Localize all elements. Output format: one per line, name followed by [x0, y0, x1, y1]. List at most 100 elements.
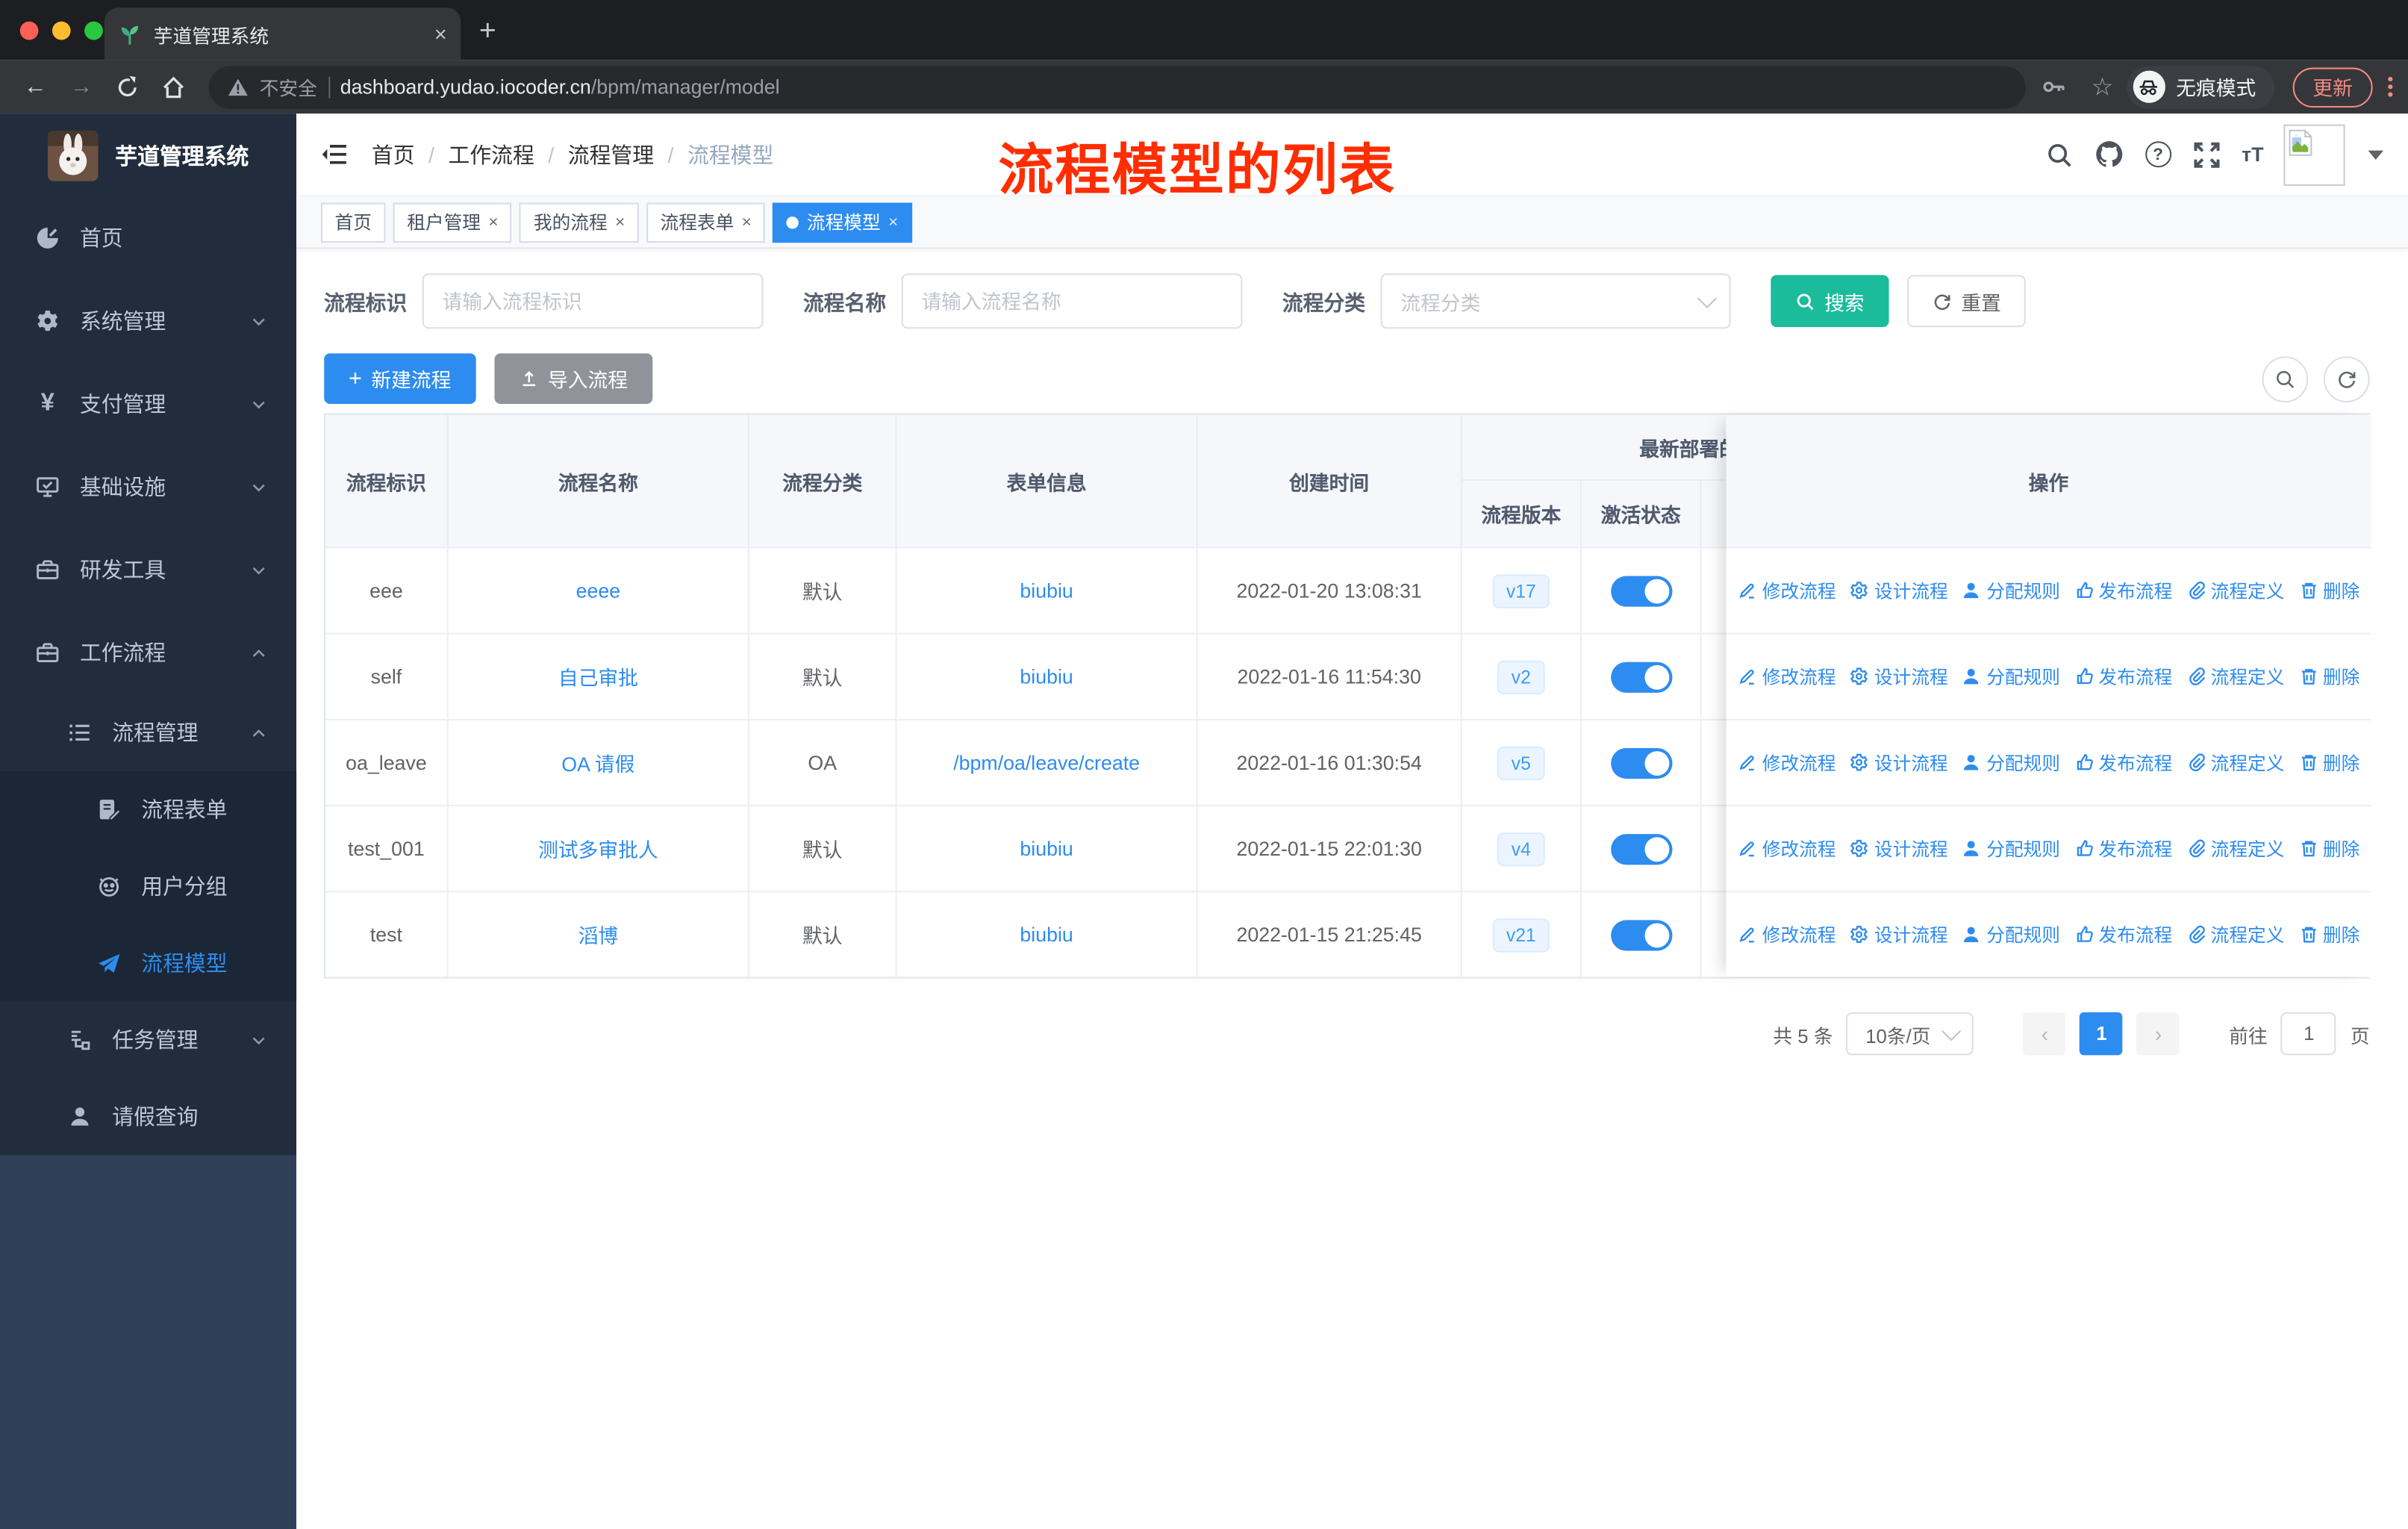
version-badge[interactable]: v5	[1497, 745, 1545, 780]
tag-我的流程[interactable]: 我的流程 ×	[520, 202, 639, 243]
active-toggle[interactable]	[1610, 919, 1672, 950]
sidebar-item-基础设施[interactable]: 基础设施	[0, 446, 296, 529]
address-bar[interactable]: 不安全 dashboard.yudao.iocoder.cn/bpm/manag…	[208, 65, 2026, 109]
version-badge[interactable]: v21	[1492, 918, 1550, 952]
version-badge[interactable]: v4	[1497, 832, 1545, 866]
sidebar-item-请假查询[interactable]: 请假查询	[0, 1078, 296, 1155]
action-设计流程[interactable]: 设计流程	[1850, 578, 1948, 604]
sidebar-item-研发工具[interactable]: 研发工具	[0, 529, 296, 611]
action-设计流程[interactable]: 设计流程	[1850, 835, 1948, 862]
import-process-button[interactable]: 导入流程	[494, 353, 652, 405]
version-badge[interactable]: v17	[1492, 573, 1550, 608]
tag-流程表单[interactable]: 流程表单 ×	[646, 202, 766, 243]
close-icon[interactable]: ×	[888, 213, 898, 231]
update-button[interactable]: 更新	[2292, 66, 2373, 107]
show-search-button[interactable]	[2262, 355, 2309, 402]
close-icon[interactable]: ×	[742, 213, 752, 231]
goto-page-input[interactable]	[2281, 1012, 2337, 1056]
action-流程定义[interactable]: 流程定义	[2186, 835, 2284, 862]
sidebar-logo-row[interactable]: 芋道管理系统	[0, 113, 297, 197]
category-select[interactable]: 流程分类	[1380, 273, 1731, 329]
sidebar-item-任务管理[interactable]: 任务管理	[0, 1001, 296, 1078]
active-toggle[interactable]	[1610, 833, 1672, 865]
search-button[interactable]: 搜索	[1771, 275, 1889, 328]
action-设计流程[interactable]: 设计流程	[1850, 750, 1948, 776]
sidebar-item-工作流程[interactable]: 工作流程	[0, 611, 296, 694]
action-修改流程[interactable]: 修改流程	[1738, 750, 1836, 776]
search-icon[interactable]	[2044, 139, 2074, 169]
back-icon[interactable]: ←	[16, 74, 55, 100]
action-删除[interactable]: 删除	[2298, 664, 2359, 690]
breadcrumb-item-首页[interactable]: 首页	[372, 139, 415, 169]
active-toggle[interactable]	[1610, 747, 1672, 779]
action-分配规则[interactable]: 分配规则	[1962, 750, 2060, 776]
action-设计流程[interactable]: 设计流程	[1850, 664, 1948, 690]
action-分配规则[interactable]: 分配规则	[1962, 664, 2060, 690]
active-toggle[interactable]	[1610, 661, 1672, 692]
action-修改流程[interactable]: 修改流程	[1738, 835, 1836, 862]
chevron-down-icon[interactable]	[2368, 149, 2384, 159]
process-name-link[interactable]: OA 请假	[561, 748, 634, 777]
version-badge[interactable]: v2	[1497, 659, 1545, 694]
active-toggle[interactable]	[1610, 575, 1672, 606]
action-发布流程[interactable]: 发布流程	[2074, 921, 2172, 947]
form-info-link[interactable]: biubiu	[1020, 579, 1073, 602]
forward-icon[interactable]: →	[61, 74, 101, 100]
action-发布流程[interactable]: 发布流程	[2074, 835, 2172, 862]
form-info-link[interactable]: biubiu	[1020, 837, 1073, 860]
process-name-link[interactable]: 滔博	[578, 920, 619, 949]
action-删除[interactable]: 删除	[2298, 921, 2359, 947]
action-发布流程[interactable]: 发布流程	[2074, 578, 2172, 604]
action-分配规则[interactable]: 分配规则	[1962, 835, 2060, 862]
new-tab-button[interactable]: +	[479, 16, 496, 49]
window-controls[interactable]	[19, 21, 103, 40]
close-window-button[interactable]	[19, 21, 39, 40]
action-修改流程[interactable]: 修改流程	[1738, 578, 1836, 604]
avatar[interactable]	[2283, 123, 2345, 185]
action-修改流程[interactable]: 修改流程	[1738, 921, 1836, 947]
process-name-link[interactable]: eeee	[576, 579, 621, 602]
action-分配规则[interactable]: 分配规则	[1962, 921, 2060, 947]
reload-icon[interactable]	[107, 75, 147, 99]
breadcrumb-item-工作流程[interactable]: 工作流程	[449, 139, 534, 169]
action-删除[interactable]: 删除	[2298, 750, 2359, 776]
tag-租户管理[interactable]: 租户管理 ×	[393, 202, 513, 243]
refresh-button[interactable]	[2323, 355, 2370, 402]
process-name-link[interactable]: 测试多审批人	[538, 834, 658, 863]
action-修改流程[interactable]: 修改流程	[1738, 664, 1836, 690]
maximize-window-button[interactable]	[84, 21, 103, 40]
browser-tab[interactable]: 芋道管理系统 ×	[104, 7, 461, 60]
bookmark-star-icon[interactable]: ☆	[2084, 72, 2121, 102]
fullscreen-icon[interactable]	[2191, 139, 2221, 169]
action-分配规则[interactable]: 分配规则	[1962, 578, 2060, 604]
key-icon[interactable]	[2041, 74, 2077, 100]
action-流程定义[interactable]: 流程定义	[2186, 750, 2284, 776]
form-info-link[interactable]: biubiu	[1020, 923, 1073, 946]
action-流程定义[interactable]: 流程定义	[2186, 921, 2284, 947]
form-info-link[interactable]: /bpm/oa/leave/create	[953, 751, 1140, 774]
help-icon[interactable]: ?	[2145, 141, 2171, 168]
name-filter-input[interactable]	[901, 273, 1243, 329]
close-icon[interactable]: ×	[488, 213, 498, 231]
menu-fold-icon[interactable]	[321, 141, 347, 167]
sidebar-item-系统管理[interactable]: 系统管理	[0, 279, 296, 362]
home-icon[interactable]	[154, 75, 193, 99]
tag-流程模型[interactable]: 流程模型 ×	[773, 202, 912, 243]
page-number-1[interactable]: 1	[2080, 1012, 2124, 1056]
tab-close-icon[interactable]: ×	[434, 22, 447, 46]
next-page-button[interactable]: ›	[2136, 1012, 2180, 1056]
browser-menu-icon[interactable]	[2388, 76, 2393, 97]
action-发布流程[interactable]: 发布流程	[2074, 750, 2172, 776]
action-设计流程[interactable]: 设计流程	[1850, 921, 1948, 947]
tag-首页[interactable]: 首页	[320, 202, 386, 243]
github-icon[interactable]	[2094, 139, 2125, 169]
action-发布流程[interactable]: 发布流程	[2074, 664, 2172, 690]
form-info-link[interactable]: biubiu	[1020, 665, 1073, 688]
process-name-link[interactable]: 自己审批	[558, 662, 638, 691]
action-删除[interactable]: 删除	[2298, 835, 2359, 862]
sidebar-item-流程管理[interactable]: 流程管理	[0, 694, 296, 771]
minimize-window-button[interactable]	[52, 21, 71, 40]
action-流程定义[interactable]: 流程定义	[2186, 578, 2284, 604]
font-size-icon[interactable]: тT	[2242, 143, 2263, 166]
key-filter-input[interactable]	[422, 273, 764, 329]
